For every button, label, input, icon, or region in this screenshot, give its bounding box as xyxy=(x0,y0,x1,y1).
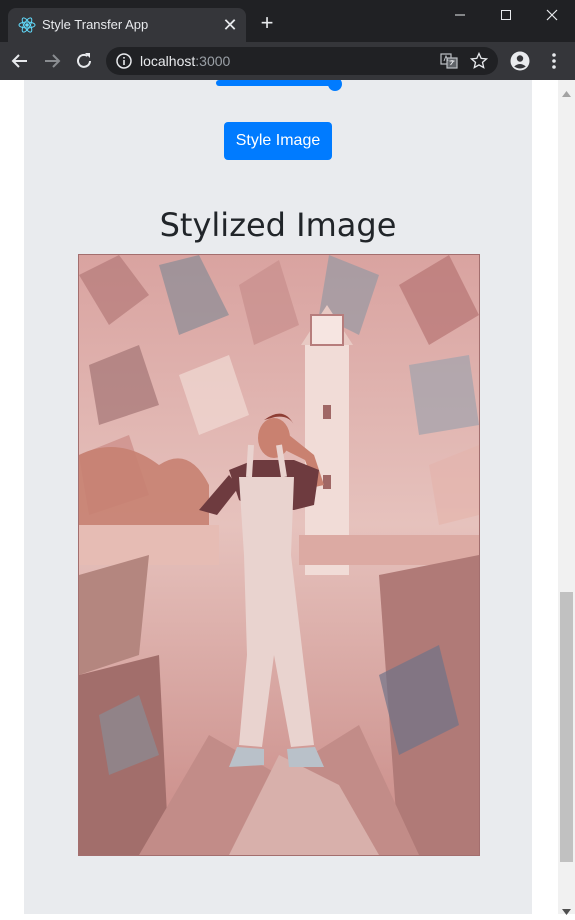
close-tab-icon[interactable]: ✕ xyxy=(220,15,240,35)
maximize-icon[interactable] xyxy=(483,0,529,30)
content-panel: Style Image Stylized Image xyxy=(24,80,532,914)
style-image-button[interactable]: Style Image xyxy=(224,122,332,160)
arrow-left-icon[interactable] xyxy=(8,49,32,73)
account-circle-icon[interactable] xyxy=(510,51,530,71)
translate-icon[interactable] xyxy=(440,52,458,70)
react-atom-icon xyxy=(18,16,36,34)
scroll-up-icon[interactable] xyxy=(562,84,571,102)
new-tab-button[interactable]: + xyxy=(256,12,278,34)
stylized-image-artwork xyxy=(79,255,479,855)
star-icon[interactable] xyxy=(469,51,489,70)
url-port: :3000 xyxy=(195,53,231,69)
tab-title: Style Transfer App xyxy=(42,17,149,32)
stylized-image-heading: Stylized Image xyxy=(159,206,397,244)
scrollbar-thumb[interactable] xyxy=(560,592,573,862)
page-viewport: Style Image Stylized Image xyxy=(0,80,558,914)
browser-toolbar: localhost:3000 xyxy=(0,42,575,80)
window-titlebar: Style Transfer App ✕ + xyxy=(0,0,575,42)
vertical-scrollbar[interactable] xyxy=(558,80,575,915)
arrow-right-icon[interactable] xyxy=(40,49,64,73)
minimize-icon[interactable] xyxy=(437,0,483,30)
slider-thumb[interactable] xyxy=(328,80,342,91)
url-text: localhost:3000 xyxy=(140,53,230,69)
stylized-image xyxy=(78,254,480,856)
info-icon[interactable] xyxy=(116,53,132,69)
address-bar[interactable]: localhost:3000 xyxy=(106,47,498,75)
close-window-icon[interactable] xyxy=(529,0,575,30)
reload-icon[interactable] xyxy=(72,49,96,73)
scroll-down-icon[interactable] xyxy=(562,902,571,920)
browser-tab[interactable]: Style Transfer App ✕ xyxy=(8,8,246,42)
style-strength-slider[interactable] xyxy=(216,80,340,86)
more-vertical-icon[interactable] xyxy=(545,51,563,71)
url-host: localhost xyxy=(140,53,196,69)
